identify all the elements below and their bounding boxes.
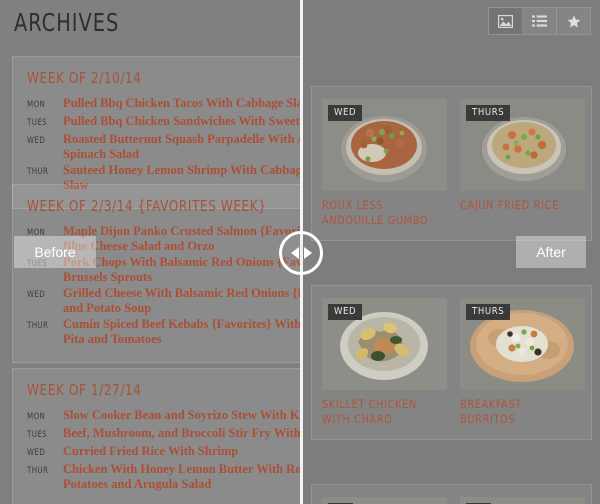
recipe-title[interactable]: ROUX LESS ANDOUILLE GUMBO	[322, 198, 440, 228]
recipe-title[interactable]: CAJUN FRIED RICE	[460, 198, 578, 213]
meal-day-label: WED	[27, 448, 46, 458]
meal-link[interactable]: Maple Dijon Panko Crusted Salmon {Favori…	[63, 224, 300, 254]
meal-link[interactable]: Pork Chops With Balsamic Red Onions {Fav…	[63, 255, 300, 285]
meal-day-label: TUES	[27, 430, 48, 440]
recipe-thumbnail[interactable]: THURS	[460, 298, 585, 390]
meal-row[interactable]: MON Slow Cooker Bean and Soyrizo Stew Wi…	[27, 408, 300, 425]
meal-link[interactable]: Pulled Bbq Chicken Sandwiches With Sweet…	[63, 114, 300, 129]
list-view-icon	[532, 15, 547, 27]
comparison-slider-handle[interactable]	[279, 231, 323, 275]
meal-day-label: THUR	[27, 466, 49, 476]
meal-row[interactable]: WED Curried Fried Rice With Shrimp	[27, 444, 300, 461]
week-card: WEEK OF 1/27/14 MON Slow Cooker Bean and…	[12, 368, 300, 504]
recipe-title[interactable]: SKILLET CHICKEN WITH CHARD	[322, 397, 440, 427]
day-badge: WED	[328, 105, 363, 121]
recipe-thumbnail[interactable]: THURS	[460, 99, 585, 191]
recipe-card[interactable]: WED	[322, 298, 447, 427]
day-badge: THURS	[466, 304, 511, 320]
week-card: WEEK OF 2/3/14 {FAVORITES WEEK} MON Mapl…	[12, 184, 300, 363]
meal-day-label: MON	[27, 100, 46, 110]
meal-link[interactable]: Pulled Bbq Chicken Tacos With Cabbage Sl…	[63, 96, 300, 111]
meal-link[interactable]: Chicken With Honey Lemon Butter With Roa…	[63, 462, 300, 492]
recipe-thumbnail[interactable]	[322, 497, 447, 504]
chevron-left-icon	[290, 247, 299, 259]
before-after-comparison: ARCHIVES WEEK OF 2/10/14 MON Pulled Bbq …	[0, 0, 600, 504]
meal-day-label: WED	[27, 136, 46, 146]
after-label: After	[516, 236, 586, 268]
recipe-grid-section-partial	[311, 484, 592, 504]
chevron-right-icon	[303, 247, 312, 259]
meal-day-label: TUES	[27, 118, 48, 128]
meal-day-label: THUR	[27, 167, 49, 177]
meal-link[interactable]: Grilled Cheese With Balsamic Red Onions …	[63, 286, 300, 316]
recipe-card[interactable]	[460, 497, 585, 504]
page-title: ARCHIVES	[14, 8, 120, 37]
before-label: Before	[14, 236, 96, 268]
meal-link[interactable]: Roasted Butternut Squash Parpadelle With…	[63, 132, 300, 162]
recipe-title[interactable]: BREAKFAST BURRITOS	[460, 397, 578, 427]
meal-day-label: MON	[27, 412, 46, 422]
recipe-thumbnail[interactable]	[460, 497, 585, 504]
meal-day-label: THUR	[27, 321, 49, 331]
meal-row[interactable]: WED Roasted Butternut Squash Parpadelle …	[27, 132, 300, 162]
meal-row[interactable]: MON Pulled Bbq Chicken Tacos With Cabbag…	[27, 96, 300, 113]
meal-row[interactable]: TUES Beef, Mushroom, and Broccoli Stir F…	[27, 426, 300, 443]
meal-row[interactable]: TUES Pulled Bbq Chicken Sandwiches With …	[27, 114, 300, 131]
week-heading: WEEK OF 2/3/14 {FAVORITES WEEK}	[27, 197, 267, 215]
week-heading: WEEK OF 2/10/14	[27, 69, 142, 87]
recipe-card[interactable]: WED	[322, 99, 447, 228]
recipe-card[interactable]	[322, 497, 447, 504]
recipe-thumbnail[interactable]: WED	[322, 298, 447, 390]
recipe-thumbnail[interactable]: WED	[322, 99, 447, 191]
meal-day-label: WED	[27, 290, 46, 300]
recipe-grid-section: WED	[311, 285, 592, 440]
day-badge: WED	[328, 304, 363, 320]
recipe-card[interactable]: THURS	[460, 298, 585, 427]
meal-link[interactable]: Curried Fried Rice With Shrimp	[63, 444, 300, 459]
star-icon	[567, 14, 581, 28]
image-view-icon-button[interactable]	[489, 8, 523, 34]
meal-row[interactable]: WED Grilled Cheese With Balsamic Red Oni…	[27, 286, 300, 316]
recipe-grid-section: WED	[311, 86, 592, 241]
meal-link[interactable]: Beef, Mushroom, and Broccoli Stir Fry Wi…	[63, 426, 300, 441]
day-badge: THURS	[466, 105, 511, 121]
star-icon-button[interactable]	[557, 8, 590, 34]
list-view-icon-button[interactable]	[523, 8, 557, 34]
recipe-card[interactable]: THURS	[460, 99, 585, 228]
meal-link[interactable]: Cumin Spiced Beef Kebabs {Favorites} Wit…	[63, 317, 300, 347]
image-view-icon	[498, 14, 513, 28]
meal-link[interactable]: Slow Cooker Bean and Soyrizo Stew With K…	[63, 408, 300, 423]
meal-row[interactable]: THUR Chicken With Honey Lemon Butter Wit…	[27, 462, 300, 492]
meal-row[interactable]: THUR Cumin Spiced Beef Kebabs {Favorites…	[27, 317, 300, 347]
view-toolbar	[488, 7, 591, 35]
week-heading: WEEK OF 1/27/14	[27, 381, 142, 399]
